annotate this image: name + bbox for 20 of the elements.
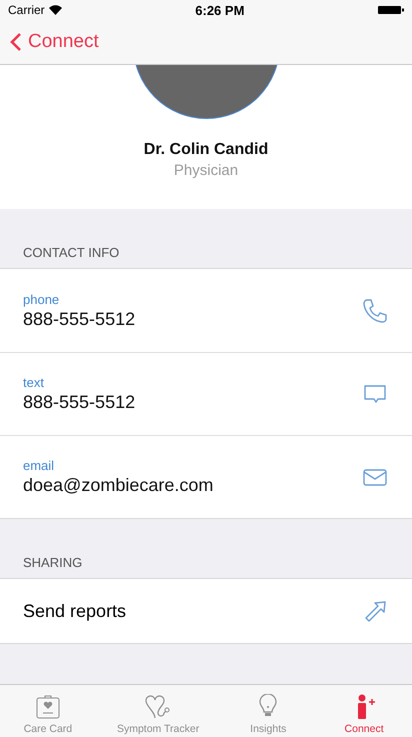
tab[interactable]: Connect	[316, 685, 412, 737]
chevron-left-icon	[10, 32, 22, 52]
status-time: 6:26 PM	[195, 2, 244, 18]
phone-icon[interactable]	[361, 296, 389, 324]
wifi-icon	[48, 5, 62, 15]
contact-label: email	[23, 458, 56, 473]
contact-value[interactable]: 888-555-5512	[23, 308, 361, 330]
doctor-name: Dr. Colin Candid	[144, 141, 268, 159]
doctor-role: Physician	[174, 162, 238, 179]
tab[interactable]: Care Card	[0, 685, 96, 737]
clipboard-icon	[34, 694, 61, 720]
contact-label: text	[23, 375, 45, 390]
carrier-label: Carrier	[8, 3, 45, 17]
battery-icon	[378, 5, 404, 15]
contact-value[interactable]: doea@zombiecare.com	[23, 475, 361, 496]
contact-value[interactable]: 888-555-5512	[23, 392, 361, 413]
tab[interactable]: Insights	[220, 685, 316, 737]
tab[interactable]: Symptom Tracker	[96, 685, 220, 737]
contact-label: phone	[23, 292, 60, 306]
back-button[interactable]: Connect	[10, 31, 99, 53]
